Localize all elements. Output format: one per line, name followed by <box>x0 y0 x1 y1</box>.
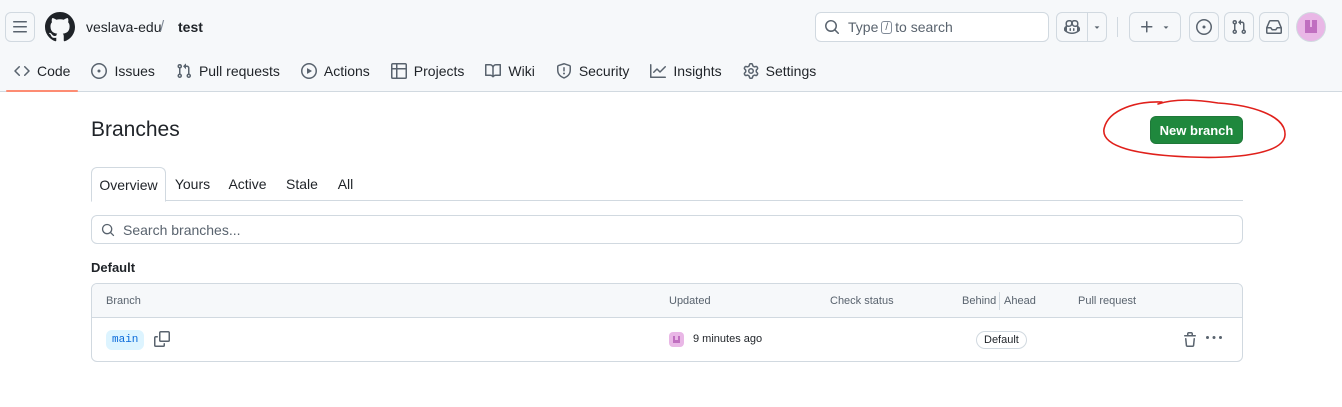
behind-ahead-divider <box>999 292 1000 310</box>
triangle-down-icon <box>1163 26 1169 29</box>
user-avatar[interactable] <box>1296 12 1326 42</box>
copy-icon[interactable] <box>154 331 170 347</box>
tab-stale[interactable]: Stale <box>276 167 328 201</box>
code-icon <box>14 65 30 77</box>
your-pull-requests-button[interactable] <box>1224 12 1254 42</box>
notifications-button[interactable] <box>1259 12 1289 42</box>
table-icon <box>390 63 407 79</box>
pull-request-icon <box>1232 19 1247 35</box>
nav-label-pull-requests: Pull requests <box>198 63 280 79</box>
header-divider <box>1117 17 1118 37</box>
search-hint: Type / to search <box>848 19 953 35</box>
author-avatar[interactable] <box>669 332 684 347</box>
issue-icon <box>91 63 108 79</box>
col-branch: Branch <box>106 295 141 307</box>
menu-button[interactable] <box>5 12 35 42</box>
search-hint-prefix: Type <box>848 19 879 35</box>
updated-time: 9 minutes ago <box>693 333 763 345</box>
breadcrumb-owner[interactable]: veslava-edu <box>86 19 162 35</box>
col-pull-request: Pull request <box>1078 295 1137 307</box>
gear-icon <box>743 63 759 79</box>
repo-nav: Code Issues Pull requests Actions Projec… <box>6 55 829 92</box>
top-header: veslava-edu / test Type / to search Code… <box>0 0 1342 92</box>
plus-icon <box>1141 21 1153 33</box>
nav-item-security[interactable]: Security <box>548 55 638 87</box>
page-title: Branches <box>91 118 180 141</box>
copilot-dropdown-button[interactable] <box>1088 13 1106 41</box>
nav-label-issues: Issues <box>114 63 155 79</box>
copilot-button-group <box>1056 12 1107 42</box>
nav-label-actions: Actions <box>323 63 370 79</box>
branch-filter-tabs: Overview Yours Active Stale All <box>91 167 1243 202</box>
tab-yours[interactable]: Yours <box>166 167 219 201</box>
nav-item-code[interactable]: Code <box>6 55 79 92</box>
nav-item-insights[interactable]: Insights <box>642 55 729 87</box>
col-ahead: Ahead <box>1004 295 1036 307</box>
search-shortcut-key: / <box>881 20 893 34</box>
kebab-horizontal-icon[interactable] <box>1206 330 1222 346</box>
copilot-button[interactable] <box>1057 13 1088 41</box>
col-behind: Behind <box>962 295 997 307</box>
nav-item-wiki[interactable]: Wiki <box>477 55 542 87</box>
search-icon <box>101 223 115 236</box>
nav-label-insights: Insights <box>673 63 722 79</box>
branch-search-box <box>91 215 1243 244</box>
branches-table: Branch Updated Check status Behind Ahead… <box>91 283 1243 362</box>
nav-label-security: Security <box>578 63 630 79</box>
graph-icon <box>650 64 667 78</box>
col-check-status: Check status <box>830 295 894 307</box>
section-default-label: Default <box>91 260 136 275</box>
shield-icon <box>556 63 571 79</box>
hamburger-icon <box>13 21 27 33</box>
issue-icon <box>1196 19 1212 35</box>
nav-item-issues[interactable]: Issues <box>83 55 162 87</box>
tab-active[interactable]: Active <box>219 167 276 201</box>
github-logo-icon[interactable] <box>45 12 75 42</box>
play-icon <box>300 63 317 79</box>
nav-label-wiki: Wiki <box>508 63 535 79</box>
global-search-input[interactable]: Type / to search <box>815 12 1049 42</box>
table-row: main 9 minutes ago Default <box>92 318 1242 361</box>
branch-name-link[interactable]: main <box>106 330 145 350</box>
nav-item-settings[interactable]: Settings <box>735 55 825 87</box>
nav-label-settings: Settings <box>765 63 817 79</box>
nav-item-actions[interactable]: Actions <box>293 55 378 87</box>
nav-label-code: Code <box>37 63 71 79</box>
nav-item-pull-requests[interactable]: Pull requests <box>168 55 288 87</box>
copilot-icon <box>1064 19 1080 35</box>
col-updated: Updated <box>669 295 711 307</box>
triangle-down-icon <box>1094 26 1100 29</box>
breadcrumb-repo[interactable]: test <box>178 19 203 35</box>
inbox-icon <box>1266 20 1282 34</box>
breadcrumb-separator: / <box>160 18 165 35</box>
tab-overview[interactable]: Overview <box>91 167 166 202</box>
book-icon <box>485 63 502 78</box>
new-branch-button[interactable]: New branch <box>1150 116 1243 144</box>
search-hint-suffix: to search <box>895 19 953 35</box>
default-badge: Default <box>976 331 1027 349</box>
your-issues-button[interactable] <box>1189 12 1219 42</box>
table-header: Branch Updated Check status Behind Ahead… <box>92 284 1242 318</box>
search-icon <box>825 20 840 35</box>
tab-all[interactable]: All <box>328 167 363 201</box>
trash-icon[interactable] <box>1182 332 1198 348</box>
nav-label-projects: Projects <box>413 63 465 79</box>
nav-item-projects[interactable]: Projects <box>383 55 473 87</box>
create-new-button[interactable] <box>1129 12 1181 42</box>
branch-search-input[interactable] <box>123 221 1123 238</box>
pull-request-icon <box>177 63 191 79</box>
